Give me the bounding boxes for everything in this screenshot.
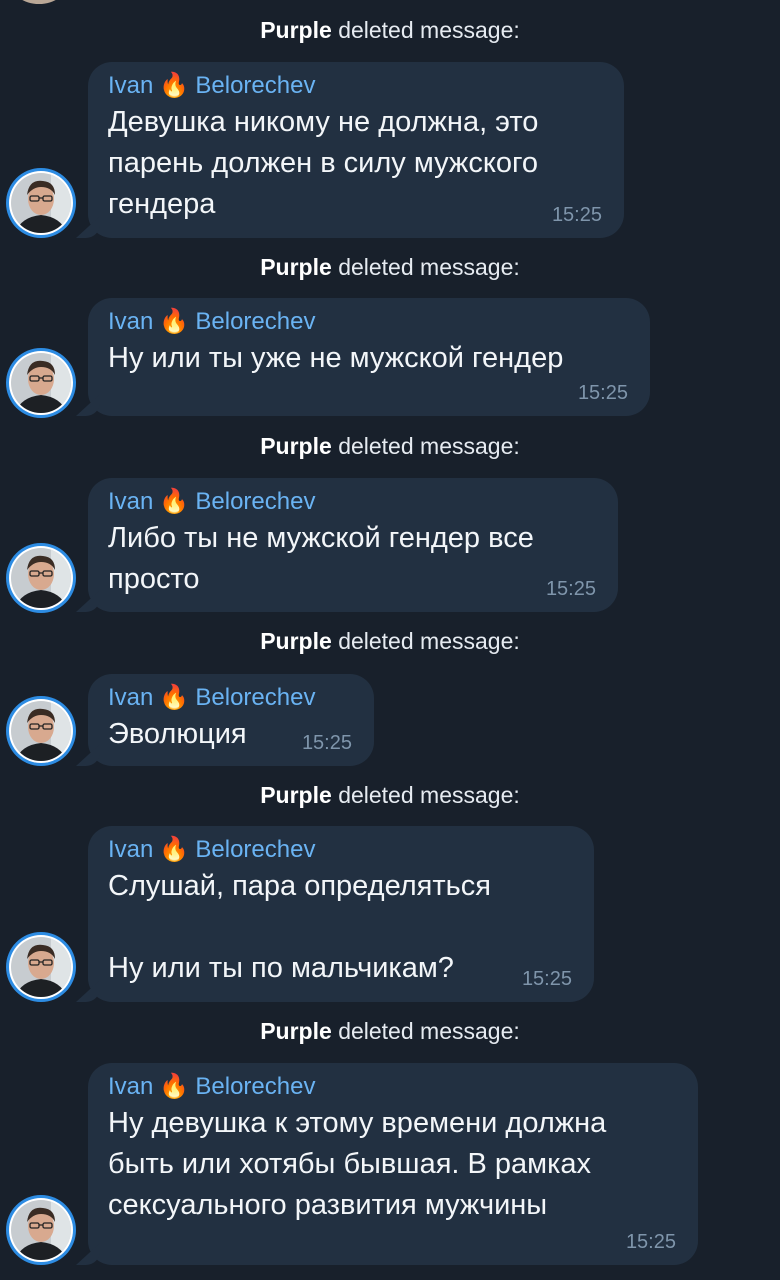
sender-last-name: Belorechev <box>195 308 316 335</box>
service-actor[interactable]: Purple <box>260 433 332 459</box>
message-text: Девушка никому не должна, это парень дол… <box>108 106 539 220</box>
fire-emoji-icon: 🔥 <box>159 1073 190 1100</box>
avatar-photo <box>9 171 73 235</box>
service-actor[interactable]: Purple <box>260 782 332 808</box>
sender-last-name: Belorechev <box>195 72 316 99</box>
sender-avatar[interactable] <box>6 543 76 613</box>
service-action: deleted message: <box>338 1018 520 1044</box>
avatar-photo <box>9 699 73 763</box>
service-action: deleted message: <box>338 254 520 280</box>
message-text: Либо ты не мужской гендер все просто <box>108 522 534 595</box>
sender-avatar[interactable] <box>6 168 76 238</box>
message-text: Ну или ты уже не мужской гендер <box>108 342 564 374</box>
avatar-person-icon <box>11 548 71 608</box>
sender-last-name: Belorechev <box>195 488 316 515</box>
message-text: Ну девушка к этому времени должна быть и… <box>108 1107 607 1221</box>
message-bubble[interactable]: Ivan 🔥 Belorechev Девушка никому не должна… <box>88 62 624 238</box>
service-actor[interactable]: Purple <box>260 254 332 280</box>
sender-first-name: Ivan <box>108 488 154 515</box>
message-bubble[interactable]: Ivan 🔥 Belorechev Либо ты не мужской генде… <box>88 478 618 612</box>
sender-last-name: Belorechev <box>195 1073 316 1100</box>
service-action: deleted message: <box>338 17 520 43</box>
sender-first-name: Ivan <box>108 308 154 335</box>
sender-last-name: Belorechev <box>195 836 316 863</box>
chat-view: Purple deleted message: Ivan 🔥 Belorechev … <box>0 0 780 1280</box>
sender-name[interactable]: Ivan 🔥 Belorechev <box>108 836 572 864</box>
service-action: deleted message: <box>338 433 520 459</box>
avatar-person-icon <box>11 937 71 997</box>
avatar-photo <box>9 351 73 415</box>
sender-avatar[interactable] <box>6 932 76 1002</box>
sender-name[interactable]: Ivan 🔥 Belorechev <box>108 308 628 336</box>
sender-avatar[interactable] <box>6 696 76 766</box>
message-bubble[interactable]: Ivan 🔥 Belorechev Ну или ты уже не мужской… <box>88 298 650 416</box>
sender-first-name: Ivan <box>108 72 154 99</box>
sender-first-name: Ivan <box>108 1073 154 1100</box>
message-time: 15:25 <box>577 382 628 404</box>
sender-name[interactable]: Ivan 🔥 Belorechev <box>108 488 596 516</box>
avatar-person-icon <box>11 1200 71 1260</box>
fire-emoji-icon: 🔥 <box>159 488 190 515</box>
service-message: Purple deleted message: <box>0 16 780 44</box>
service-action: deleted message: <box>338 782 520 808</box>
fire-emoji-icon: 🔥 <box>159 836 190 863</box>
sender-first-name: Ivan <box>108 836 154 863</box>
service-actor[interactable]: Purple <box>260 17 332 43</box>
message-text: Слушай, пара определяться Ну или ты по м… <box>108 870 491 984</box>
service-message: Purple deleted message: <box>0 253 780 281</box>
service-actor[interactable]: Purple <box>260 1018 332 1044</box>
avatar-photo <box>9 546 73 610</box>
sender-name[interactable]: Ivan 🔥 Belorechev <box>108 1073 676 1101</box>
message-time: 15:25 <box>301 732 352 754</box>
sender-name[interactable]: Ivan 🔥 Belorechev <box>108 72 602 100</box>
sender-avatar[interactable] <box>6 1195 76 1265</box>
fire-emoji-icon: 🔥 <box>159 72 190 99</box>
service-message: Purple deleted message: <box>0 781 780 809</box>
avatar-photo <box>9 935 73 999</box>
avatar-person-icon <box>11 353 71 413</box>
sender-avatar[interactable] <box>6 348 76 418</box>
message-time: 15:25 <box>545 578 596 600</box>
avatar-person-icon <box>11 701 71 761</box>
fire-emoji-icon: 🔥 <box>159 308 190 335</box>
message-time: 15:25 <box>521 968 572 990</box>
sender-name[interactable]: Ivan 🔥 Belorechev <box>108 684 352 712</box>
message-time: 15:25 <box>625 1231 676 1253</box>
message-bubble[interactable]: Ivan 🔥 Belorechev Эволюция 15:25 <box>88 674 374 766</box>
fire-emoji-icon: 🔥 <box>159 684 190 711</box>
message-bubble[interactable]: Ivan 🔥 Belorechev Ну девушка к этому време… <box>88 1063 698 1265</box>
service-message: Purple deleted message: <box>0 432 780 460</box>
sender-first-name: Ivan <box>108 684 154 711</box>
avatar-partial[interactable] <box>10 0 68 4</box>
service-message: Purple deleted message: <box>0 627 780 655</box>
avatar-person-icon <box>11 173 71 233</box>
service-action: deleted message: <box>338 628 520 654</box>
message-time: 15:25 <box>551 204 602 226</box>
sender-last-name: Belorechev <box>195 684 316 711</box>
service-actor[interactable]: Purple <box>260 628 332 654</box>
avatar-photo <box>9 1198 73 1262</box>
service-message: Purple deleted message: <box>0 1017 780 1045</box>
message-bubble[interactable]: Ivan 🔥 Belorechev Слушай, пара определятьс… <box>88 826 594 1002</box>
